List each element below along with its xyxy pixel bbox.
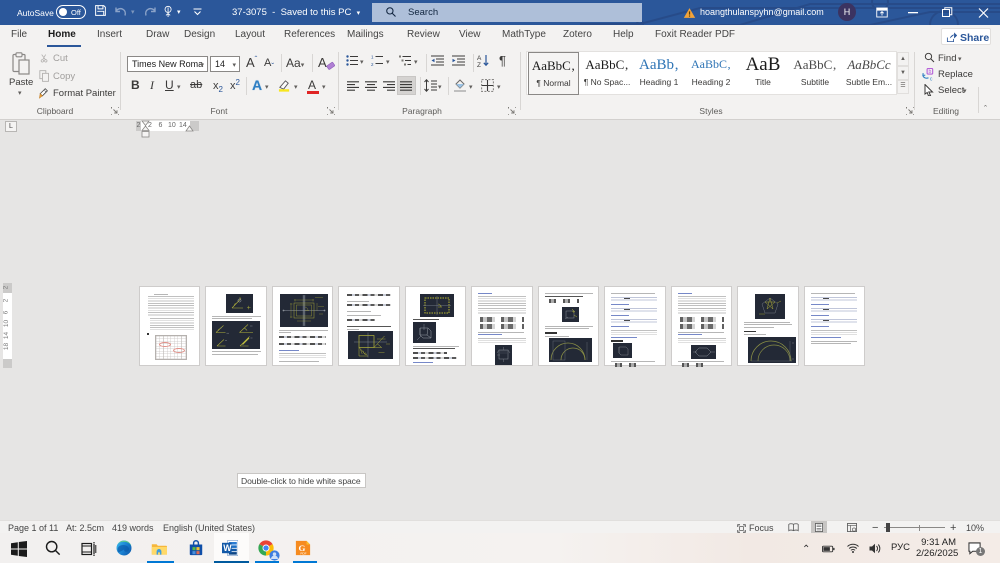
svg-text:A: A xyxy=(477,55,482,62)
svg-text:2: 2 xyxy=(371,62,374,66)
svg-text:Z: Z xyxy=(477,62,481,67)
svg-text:W: W xyxy=(223,543,232,553)
svg-text:1: 1 xyxy=(371,55,374,60)
svg-text:c: c xyxy=(930,77,933,81)
svg-text:PDF: PDF xyxy=(300,552,306,556)
svg-text:b: b xyxy=(929,69,932,75)
